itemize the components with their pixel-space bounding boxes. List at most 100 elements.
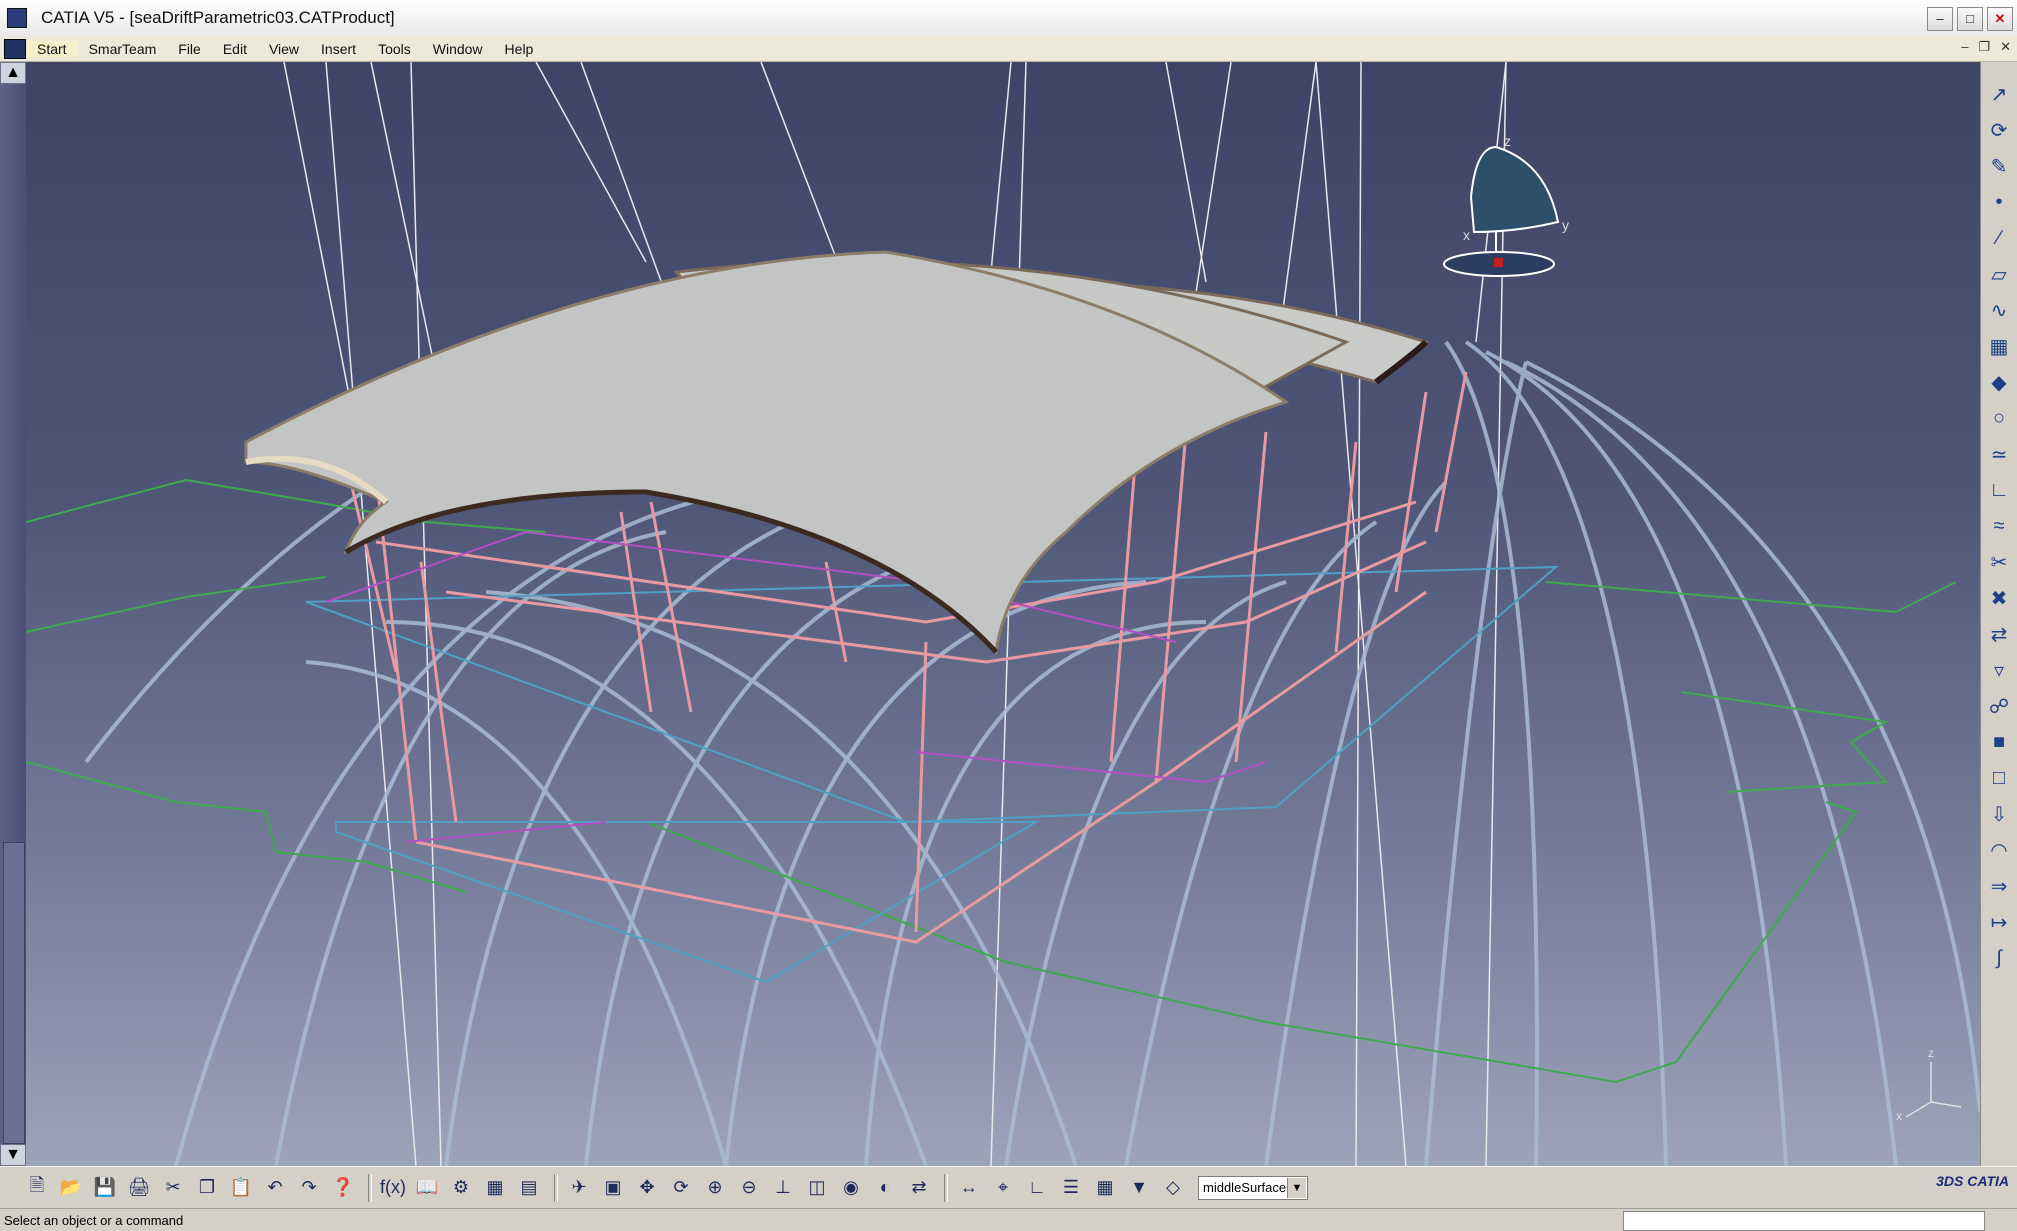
layer-icon[interactable]: ◇ [1158, 1173, 1188, 1203]
axis-icon[interactable]: ∟ [1022, 1173, 1052, 1203]
table-icon[interactable]: ▦ [480, 1173, 510, 1203]
right-toolbar: ↗ ⟳ ✎ • ∕ ▱ ∿ ▦ ◆ ○ ≃ ∟ ≈ ✂ ✖ ⇄ ▿ ☍ ■ □ … [1980, 62, 2017, 1166]
catia-logo: 3DS CATIA [1936, 1173, 2009, 1189]
compass-widget[interactable]: z y x [1443, 133, 1569, 277]
scroll-down-arrow-icon[interactable]: ▼ [0, 1144, 26, 1166]
swap-icon[interactable]: ⇄ [904, 1173, 934, 1203]
model-view: z y x z x [26, 62, 1980, 1166]
extrude-icon[interactable]: ▦ [1985, 332, 2013, 360]
hide-show-icon[interactable]: ◐ [870, 1173, 900, 1203]
zoom-in-icon[interactable]: ⊕ [700, 1173, 730, 1203]
compass-x-label: x [1463, 227, 1470, 243]
maximize-button[interactable]: □ [1957, 7, 1983, 31]
circle-icon[interactable]: ○ [1985, 404, 2013, 432]
menu-bar: Start SmarTeam File Edit View Insert Too… [0, 36, 2017, 62]
translate-icon[interactable]: ⇒ [1985, 872, 2013, 900]
extrapolate-icon[interactable]: ↦ [1985, 908, 2013, 936]
scroll-thumb[interactable] [3, 842, 25, 1144]
law-icon[interactable]: ∫ [1985, 944, 2013, 972]
loft-icon[interactable]: ▿ [1985, 656, 2013, 684]
doc-minimize-button[interactable]: – [1961, 39, 1968, 55]
compass-z-label: z [1504, 133, 1511, 149]
formula-icon[interactable]: f(x) [378, 1173, 408, 1203]
fly-mode-icon[interactable]: ✈ [564, 1173, 594, 1203]
knowledge-icon[interactable]: ⚙ [446, 1173, 476, 1203]
window-controls: – □ ✕ [1927, 7, 2013, 31]
menu-edit[interactable]: Edit [212, 41, 258, 57]
chevron-down-icon[interactable]: ▼ [1287, 1177, 1306, 1198]
measure-icon[interactable]: ↔ [954, 1173, 984, 1203]
select-icon[interactable]: ↗ [1985, 80, 2013, 108]
menu-insert[interactable]: Insert [310, 41, 367, 57]
menu-window[interactable]: Window [422, 41, 494, 57]
design-table-icon[interactable]: ▤ [514, 1173, 544, 1203]
catia-app-icon[interactable] [7, 8, 27, 28]
menu-tools[interactable]: Tools [367, 41, 422, 57]
sweep-icon[interactable]: ∿ [1985, 296, 2013, 324]
menu-file[interactable]: File [167, 41, 212, 57]
blend-icon[interactable]: ≈ [1985, 512, 2013, 540]
fill-icon[interactable]: ◆ [1985, 368, 2013, 396]
status-bar: Select an object or a command [0, 1208, 2017, 1231]
paste-icon[interactable]: 📋 [226, 1173, 256, 1203]
toolbar-separator [554, 1173, 558, 1202]
minimize-button[interactable]: – [1927, 7, 1953, 31]
corner-icon[interactable]: ∟ [1985, 476, 2013, 504]
menu-view[interactable]: View [258, 41, 310, 57]
layer-select-value: middleSurfaces [1203, 1180, 1293, 1195]
extract-icon[interactable]: ⇩ [1985, 800, 2013, 828]
normal-view-icon[interactable]: ⊥ [768, 1173, 798, 1203]
document-window-controls: – ❐ ✕ [1961, 39, 2011, 55]
iso-view-icon[interactable]: ◫ [802, 1173, 832, 1203]
save-icon[interactable]: 💾 [90, 1173, 120, 1203]
fillet-icon[interactable]: ◠ [1985, 836, 2013, 864]
toolbar-separator [368, 1173, 372, 1202]
plane-icon[interactable]: ▱ [1985, 260, 2013, 288]
document-icon[interactable] [4, 38, 26, 59]
menu-start[interactable]: Start [26, 40, 78, 57]
doc-close-button[interactable]: ✕ [2000, 39, 2011, 55]
catalog-icon[interactable]: 📖 [412, 1173, 442, 1203]
surface-icon[interactable]: ■ [1985, 728, 2013, 756]
tree-icon[interactable]: ☰ [1056, 1173, 1086, 1203]
split-icon[interactable]: ✂ [1985, 548, 2013, 576]
cut-icon[interactable]: ✂ [158, 1173, 188, 1203]
vertical-scrollbar[interactable]: ▲ ▼ [0, 62, 26, 1166]
copy-icon[interactable]: ❐ [192, 1173, 222, 1203]
pan-icon[interactable]: ✥ [632, 1173, 662, 1203]
fit-all-icon[interactable]: ▣ [598, 1173, 628, 1203]
new-icon[interactable]: 🗎 [22, 1173, 52, 1203]
scroll-up-arrow-icon[interactable]: ▲ [0, 62, 26, 84]
sketch-icon[interactable]: ✎ [1985, 152, 2013, 180]
3d-viewport[interactable]: z y x z x [26, 62, 1980, 1166]
trim-icon[interactable]: ✖ [1985, 584, 2013, 612]
command-input[interactable] [1623, 1211, 1985, 1231]
boundary-icon[interactable]: □ [1985, 764, 2013, 792]
rotate-icon[interactable]: ⟳ [1985, 116, 2013, 144]
redo-icon[interactable]: ↷ [294, 1173, 324, 1203]
open-icon[interactable]: 📂 [56, 1173, 86, 1203]
shading-icon[interactable]: ◉ [836, 1173, 866, 1203]
menu-smarteam[interactable]: SmarTeam [78, 41, 168, 57]
print-icon[interactable]: 🖨 [124, 1173, 154, 1203]
triad-x-label: x [1896, 1109, 1902, 1123]
line-icon[interactable]: ∕ [1985, 224, 2013, 252]
compass-y-label: y [1562, 217, 1569, 233]
filter-icon[interactable]: ▼ [1124, 1173, 1154, 1203]
join-icon[interactable]: ☍ [1985, 692, 2013, 720]
help-icon[interactable]: ❓ [328, 1173, 358, 1203]
close-button[interactable]: ✕ [1987, 7, 2013, 31]
point-icon[interactable]: • [1985, 188, 2013, 216]
zoom-out-icon[interactable]: ⊖ [734, 1173, 764, 1203]
doc-restore-button[interactable]: ❐ [1978, 39, 1990, 55]
rotate-view-icon[interactable]: ⟳ [666, 1173, 696, 1203]
status-message: Select an object or a command [4, 1212, 184, 1228]
triad-z-label: z [1928, 1046, 1934, 1060]
snap-icon[interactable]: ⌖ [988, 1173, 1018, 1203]
grid-icon[interactable]: ▦ [1090, 1173, 1120, 1203]
layer-select[interactable]: middleSurfaces ▼ [1198, 1175, 1308, 1200]
undo-icon[interactable]: ↶ [260, 1173, 290, 1203]
menu-help[interactable]: Help [494, 41, 545, 57]
offset-icon[interactable]: ⇄ [1985, 620, 2013, 648]
spline-icon[interactable]: ≃ [1985, 440, 2013, 468]
